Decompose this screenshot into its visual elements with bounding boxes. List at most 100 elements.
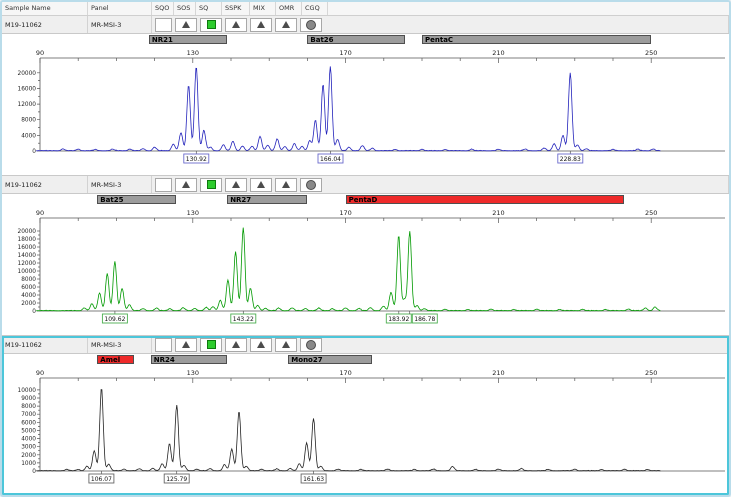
electropherogram-black[interactable]: AmelNR24Mono27 9013017021025001000200030… [2,354,729,495]
omr-triangle-icon [282,21,290,28]
svg-text:183.92: 183.92 [388,316,409,323]
peak-label[interactable]: 166.04 [318,151,343,163]
svg-text:161.63: 161.63 [303,476,324,483]
svg-text:12000: 12000 [18,261,37,267]
sos-flag-cell[interactable] [175,18,197,32]
sample-row[interactable]: M19-11062 MR-MSI-3 [2,336,729,354]
peak-label[interactable]: 143.22 [231,311,256,323]
sspk-flag-cell[interactable] [225,178,247,192]
svg-text:106.07: 106.07 [91,476,112,483]
sqo-flag-cell[interactable] [155,338,172,352]
peak-label[interactable]: 106.07 [89,471,114,483]
sos-flag-cell[interactable] [175,338,197,352]
peak-label[interactable]: 130.92 [184,151,209,163]
marker-bar-Mono27[interactable]: Mono27 [288,355,372,364]
svg-text:6000: 6000 [21,285,36,291]
sample-row[interactable]: M19-11062 MR-MSI-3 [2,176,729,194]
mix-flag-cell[interactable] [250,18,272,32]
svg-text:109.62: 109.62 [104,316,125,323]
svg-text:90: 90 [36,209,44,217]
mix-flag-cell[interactable] [250,178,272,192]
sos-triangle-icon [182,341,190,348]
sspk-triangle-icon [232,181,240,188]
cgq-flag-cell[interactable] [300,18,322,32]
column-cgq: CGQ [302,2,328,15]
sample-row[interactable]: M19-11062 MR-MSI-3 [2,16,729,34]
panel-cell: MR-MSI-3 [88,176,152,193]
peak-label[interactable]: 109.62 [102,311,127,323]
omr-flag-cell[interactable] [275,338,297,352]
trace-plot[interactable]: 9013017021025001000200030004000500060007… [2,365,729,495]
column-sample-name: Sample Name [2,2,88,15]
msi-analysis-window: Sample Name Panel SQO SOS SQ SSPK MIX OM… [0,0,731,497]
cgq-flag-cell[interactable] [300,338,322,352]
peak-label[interactable]: 161.63 [301,471,326,483]
marker-bar-Bat26[interactable]: Bat26 [307,35,404,44]
marker-bar-NR27[interactable]: NR27 [227,195,307,204]
sample-section-1: M19-11062 MR-MSI-3 NR21 Bat26 PentaC 90 130… [2,16,729,176]
marker-bar-NR24[interactable]: NR24 [151,355,227,364]
marker-bar-PentaC[interactable]: PentaC [422,35,651,44]
cgq-circle-icon [306,20,316,30]
svg-text:6000: 6000 [21,420,36,426]
svg-text:4000: 4000 [21,437,36,443]
svg-text:250: 250 [645,209,657,217]
quality-flags [152,176,729,193]
peak-label[interactable]: 125.79 [164,471,189,483]
sqo-flag-cell[interactable] [155,178,172,192]
svg-text:0: 0 [32,309,36,315]
sq-flag-cell[interactable] [200,338,222,352]
sq-flag-cell[interactable] [200,178,222,192]
sos-flag-cell[interactable] [175,178,197,192]
trace-line [36,390,660,471]
column-omr: OMR [276,2,302,15]
sspk-flag-cell[interactable] [225,338,247,352]
sspk-flag-cell[interactable] [225,18,247,32]
svg-text:16000: 16000 [18,87,37,93]
cgq-circle-icon [306,340,316,350]
svg-text:16000: 16000 [18,245,37,251]
column-panel: Panel [88,2,152,15]
svg-text:90: 90 [36,49,44,57]
marker-bar-NR21[interactable]: NR21 [149,35,227,44]
omr-triangle-icon [282,181,290,188]
marker-bar-PentaD[interactable]: PentaD [346,195,625,204]
column-mix: MIX [250,2,276,15]
peak-label[interactable]: 186.78 [410,311,438,323]
mix-flag-cell[interactable] [250,338,272,352]
sample-name-cell: M19-11062 [2,16,88,33]
sq-green-square-icon [207,20,216,29]
peak-label[interactable]: 183.92 [386,311,411,323]
svg-text:210: 210 [492,209,504,217]
svg-text:8000: 8000 [21,404,36,410]
electropherogram-blue[interactable]: NR21Bat26PentaC 901301702102500400080001… [2,34,729,175]
sq-green-square-icon [207,180,216,189]
peak-label[interactable]: 228.83 [558,151,583,163]
svg-text:2000: 2000 [21,453,36,459]
mix-triangle-icon [257,21,265,28]
marker-bar-Amel[interactable]: Amel [97,355,133,364]
svg-text:125.79: 125.79 [166,476,187,483]
omr-flag-cell[interactable] [275,18,297,32]
quality-flags [152,336,729,353]
cgq-flag-cell[interactable] [300,178,322,192]
sqo-flag-cell[interactable] [155,18,172,32]
mix-triangle-icon [257,181,265,188]
svg-text:5000: 5000 [21,428,36,434]
omr-flag-cell[interactable] [275,178,297,192]
sq-flag-cell[interactable] [200,18,222,32]
trace-plot[interactable]: 9013017021025004000800012000160002000013… [2,45,729,175]
svg-text:3000: 3000 [21,445,36,451]
electropherogram-green[interactable]: Bat25NR27PentaD 901301702102500200040006… [2,194,729,335]
svg-text:130: 130 [187,49,199,57]
svg-text:9000: 9000 [21,396,36,402]
svg-text:4000: 4000 [21,133,36,139]
svg-text:0: 0 [32,469,36,475]
header-filler [328,2,729,15]
trace-plot[interactable]: 9013017021025002000400060008000100001200… [2,205,729,335]
trace-line [36,66,660,150]
svg-text:170: 170 [339,369,351,377]
marker-bar-Bat25[interactable]: Bat25 [97,195,175,204]
svg-text:4000: 4000 [21,293,36,299]
svg-text:7000: 7000 [21,412,36,418]
